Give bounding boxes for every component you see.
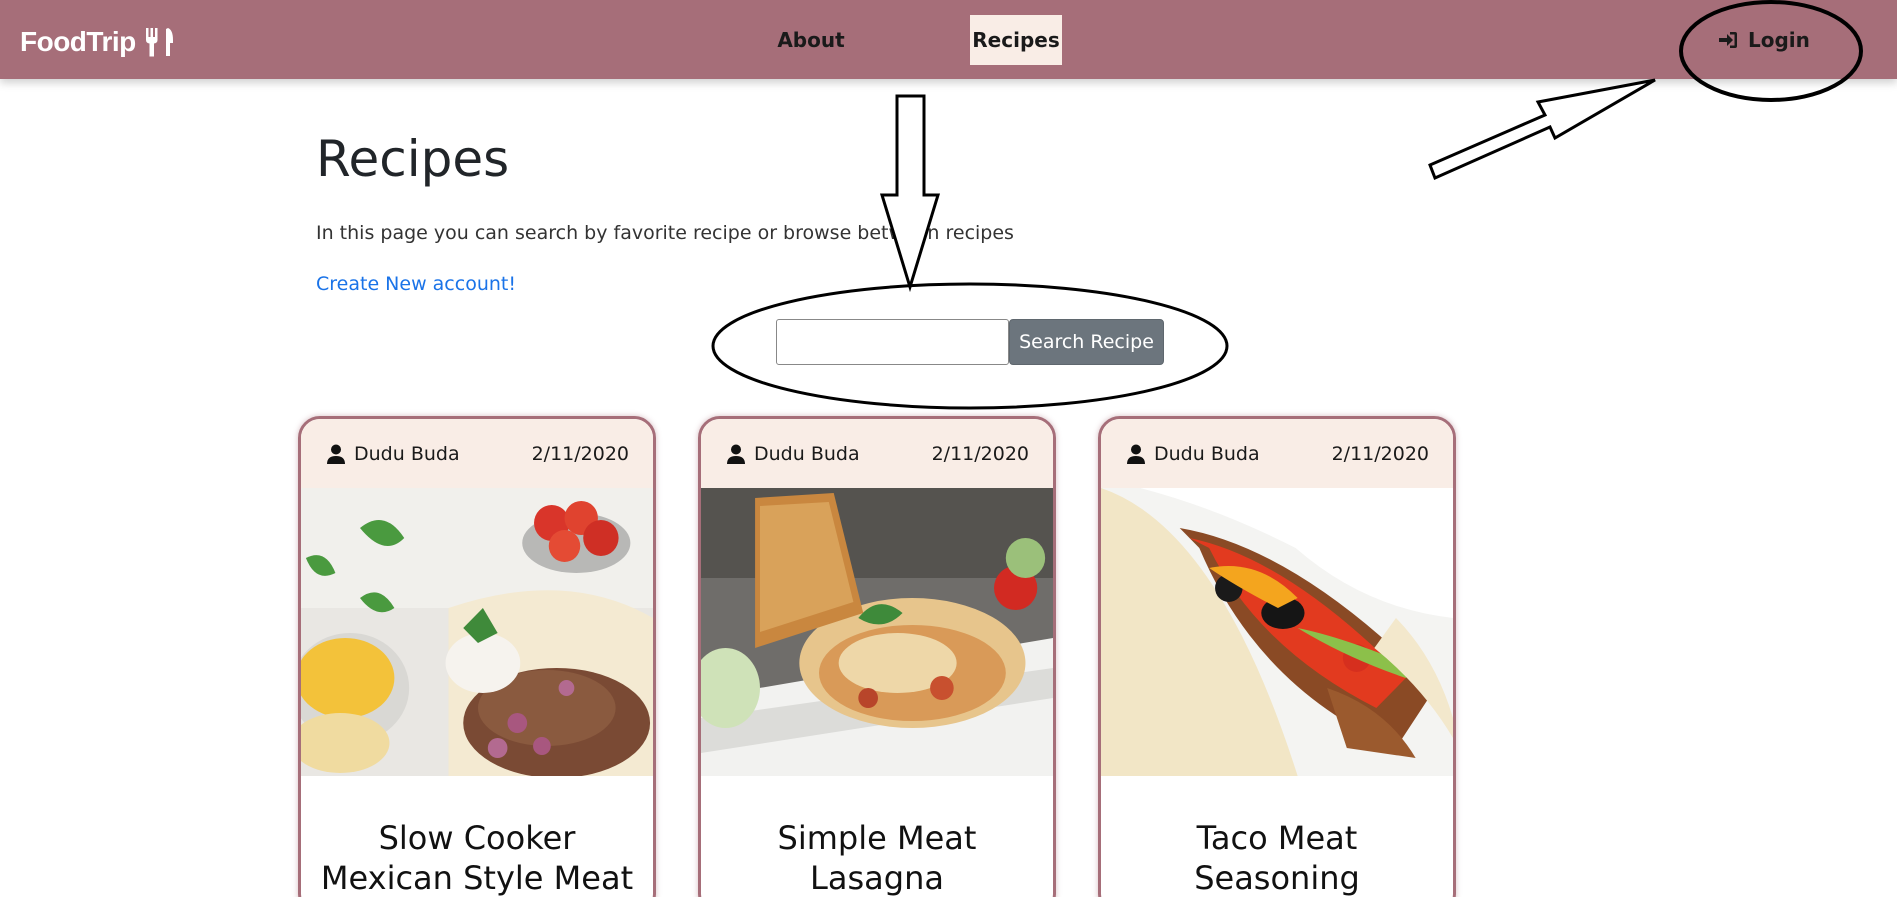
utensils-icon [145, 28, 173, 57]
card-date: 2/11/2020 [931, 442, 1029, 465]
recipe-title[interactable]: Simple Meat Lasagna [701, 776, 1053, 897]
recipe-image[interactable] [1101, 488, 1453, 776]
user-icon [327, 444, 345, 464]
page-description: In this page you can search by favorite … [316, 222, 1014, 244]
card-author: Dudu Buda [1127, 443, 1260, 465]
down-arrow-annotation [879, 94, 941, 293]
login-label: Login [1748, 28, 1810, 52]
card-header: Dudu Buda 2/11/2020 [301, 419, 653, 488]
nav-recipes-link[interactable]: Recipes [970, 15, 1062, 65]
search-recipe-button[interactable]: Search Recipe [1009, 319, 1164, 365]
recipe-card[interactable]: Dudu Buda 2/11/2020 Taco Meat Seasoning [1098, 416, 1456, 897]
navbar: FoodTrip About Recipes Login [0, 0, 1897, 79]
user-icon [1127, 444, 1145, 464]
card-header: Dudu Buda 2/11/2020 [1101, 419, 1453, 488]
card-author: Dudu Buda [727, 443, 860, 465]
search-input[interactable] [776, 319, 1009, 365]
recipe-card[interactable]: Dudu Buda 2/11/2020 Simple Meat Lasagna [698, 416, 1056, 897]
brand-name: FoodTrip [20, 26, 136, 57]
recipe-title[interactable]: Taco Meat Seasoning [1101, 776, 1453, 897]
page-title: Recipes [316, 130, 510, 188]
create-account-link[interactable]: Create New account! [316, 273, 516, 295]
card-date: 2/11/2020 [531, 442, 629, 465]
author-name: Dudu Buda [354, 442, 460, 465]
nav-about-link[interactable]: About [770, 15, 852, 65]
card-date: 2/11/2020 [1331, 442, 1429, 465]
brand-logo[interactable]: FoodTrip [20, 22, 174, 62]
recipe-image[interactable] [301, 488, 653, 776]
recipe-title[interactable]: Slow Cooker Mexican Style Meat [301, 776, 653, 897]
author-name: Dudu Buda [1154, 442, 1260, 465]
card-header: Dudu Buda 2/11/2020 [701, 419, 1053, 488]
user-icon [727, 444, 745, 464]
card-author: Dudu Buda [327, 443, 460, 465]
sign-in-icon [1719, 32, 1737, 48]
recipe-card[interactable]: Dudu Buda 2/11/2020 Slow Cooker Mexican … [298, 416, 656, 897]
recipe-image[interactable] [701, 488, 1053, 776]
author-name: Dudu Buda [754, 442, 860, 465]
login-button[interactable]: Login [1718, 15, 1810, 65]
login-arrow-annotation [1428, 78, 1656, 181]
